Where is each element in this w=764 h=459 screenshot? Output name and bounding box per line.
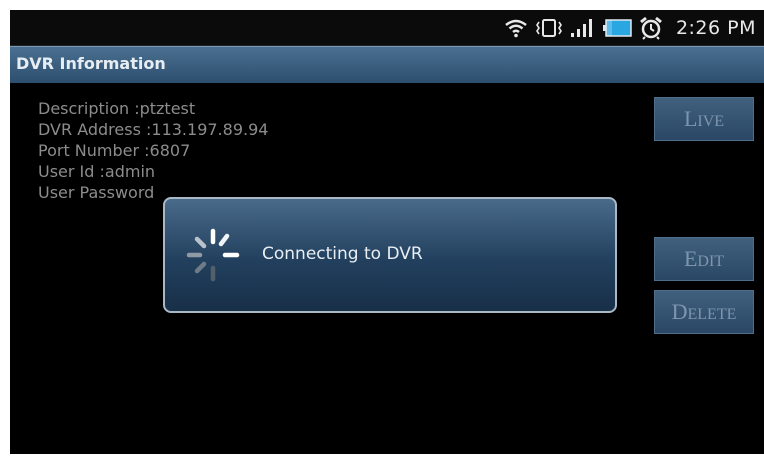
user-id-row: User Id :admin — [38, 162, 156, 181]
spinner-icon — [186, 228, 240, 282]
edit-button-label-initial: E — [683, 246, 698, 271]
dvr-info-list: Description :ptztest DVR Address :113.19… — [38, 98, 268, 203]
dvr-address-row: DVR Address :113.197.89.94 — [38, 120, 269, 139]
delete-button-label-initial: D — [671, 299, 688, 324]
signal-icon — [570, 18, 592, 37]
edit-button-label-rest: DIT — [697, 253, 725, 270]
status-clock: 2:26 PM — [675, 16, 756, 39]
alarm-icon — [640, 16, 662, 40]
delete-button-label-rest: ELETE — [687, 306, 737, 323]
dialog-message: Connecting to DVR — [262, 244, 423, 264]
live-button-label-rest: IVE — [697, 113, 725, 130]
vibrate-icon — [535, 18, 562, 37]
live-button[interactable]: LIVE — [654, 97, 754, 141]
battery-icon — [602, 18, 632, 37]
live-button-label-initial: L — [683, 106, 698, 131]
edit-button[interactable]: EDIT — [654, 237, 754, 281]
delete-button[interactable]: DELETE — [654, 290, 754, 334]
description-row: Description :ptztest — [38, 99, 196, 118]
phone-screen: 2:26 PM DVR Information Description :ptz… — [10, 10, 764, 454]
title-bar: DVR Information — [10, 46, 764, 83]
wifi-icon — [505, 19, 527, 37]
status-icons: 2:26 PM — [504, 10, 756, 45]
progress-dialog: Connecting to DVR — [163, 197, 617, 313]
port-number-row: Port Number :6807 — [38, 141, 191, 160]
page-title: DVR Information — [16, 54, 166, 73]
status-bar: 2:26 PM — [10, 10, 764, 46]
